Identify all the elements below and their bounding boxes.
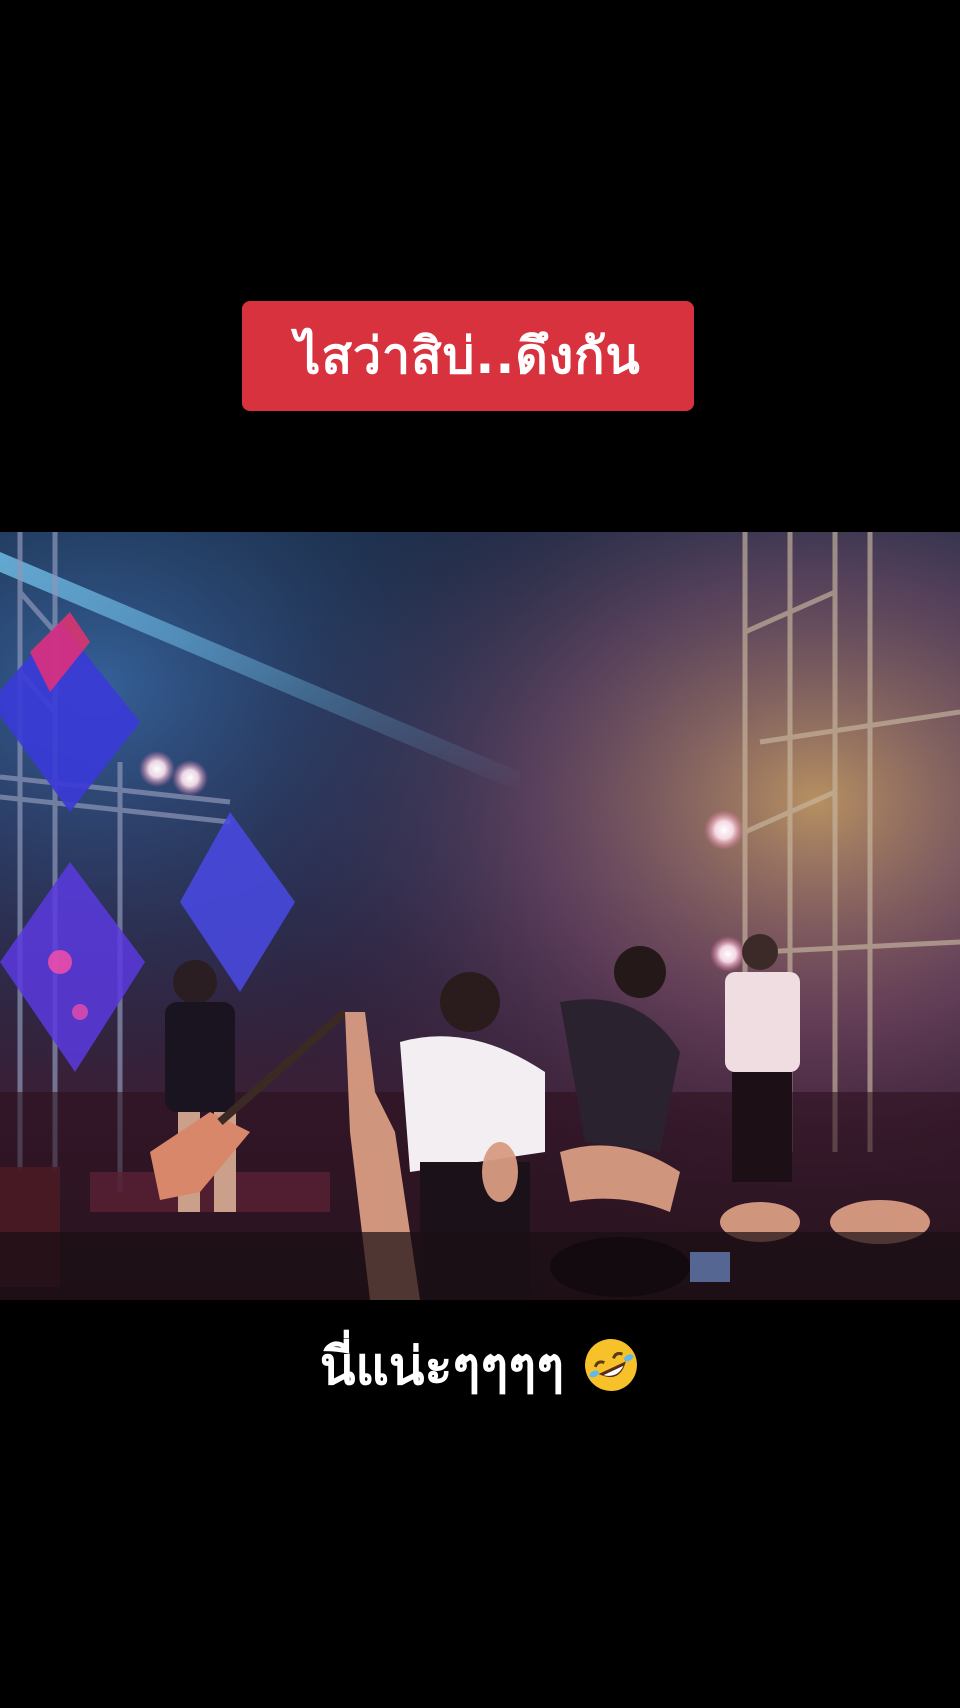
rolling-on-floor-laughing-icon [582, 1336, 640, 1394]
concert-video[interactable] [0, 532, 960, 1300]
concert-scene [0, 532, 960, 1300]
bottom-caption-text: นี่แน่ะๆๆๆๆ [319, 1336, 565, 1397]
top-caption-box: ไสว่าสิบ่..ดึงกัน [242, 301, 694, 411]
bottom-caption: นี่แน่ะๆๆๆๆ [0, 1325, 960, 1405]
video-frame: ไสว่าสิบ่..ดึงกัน นี่แน่ะๆๆๆๆ [0, 0, 960, 1708]
top-caption-text: ไสว่าสิบ่..ดึงกัน [295, 326, 641, 385]
